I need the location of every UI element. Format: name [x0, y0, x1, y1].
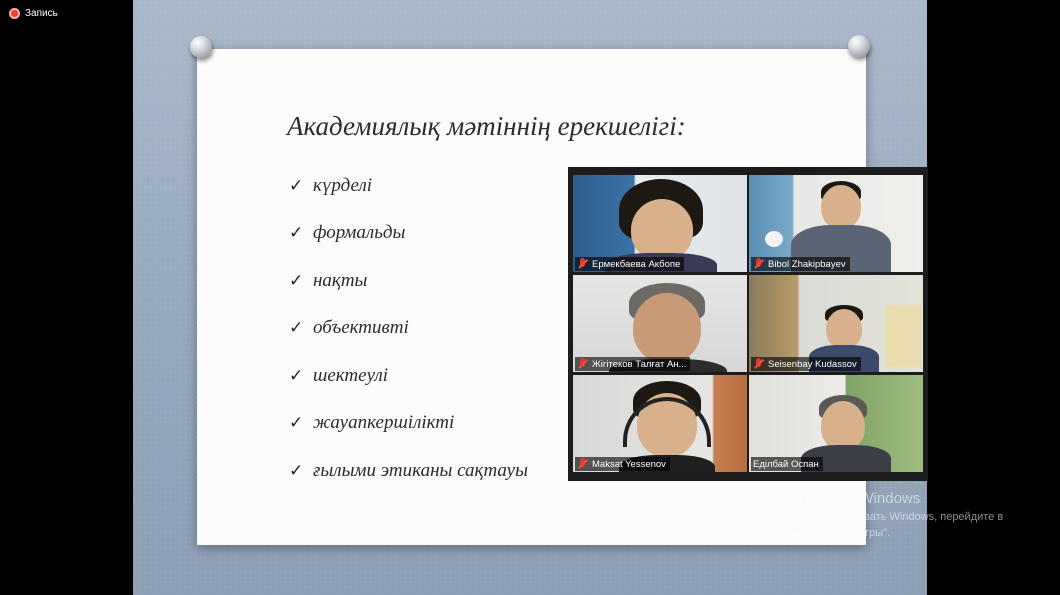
mic-muted-icon	[577, 358, 589, 370]
checkmark-icon: ✓	[289, 460, 304, 481]
list-item: ✓ шектеулі	[289, 364, 389, 386]
list-item: ✓ жауапкершілікті	[289, 412, 455, 434]
checkmark-icon: ✓	[289, 175, 304, 196]
list-item: ✓ ғылыми этиканы сақтауы	[289, 459, 528, 481]
list-item: ✓ формальды	[289, 222, 406, 244]
pushpin-icon	[848, 35, 870, 57]
slide-title: Академиялық мәтіннің ерекшелігі:	[287, 111, 686, 141]
recording-label: Запись	[25, 8, 58, 19]
list-item: ✓ нақты	[289, 269, 368, 291]
participant-video-tile[interactable]: Seisenbay Kudassov	[749, 275, 923, 372]
participant-video-tile[interactable]: Ермекбаева Акбопе	[573, 175, 747, 272]
checkmark-icon: ✓	[289, 270, 304, 291]
watermark-text: Чтобы активировать Windows, перейдите в …	[782, 511, 1004, 539]
list-item: ✓ күрделі	[289, 174, 373, 196]
participant-name-tag: Bibol Zhakipbayev	[751, 257, 850, 271]
record-icon	[9, 8, 20, 19]
participant-name-tag: Жігітеков Талғат Ан...	[575, 357, 691, 371]
participant-name-tag: Seisenbay Kudassov	[751, 357, 861, 371]
active-speaker-video-tile[interactable]: Еділбай Оспан	[749, 375, 923, 472]
pushpin-icon	[190, 36, 212, 58]
mic-muted-icon	[753, 358, 765, 370]
watermark-title: Активация Windows	[782, 490, 921, 507]
mic-muted-icon	[753, 258, 765, 270]
participant-name-tag: Maksat Yessenov	[575, 457, 670, 471]
checkmark-icon: ✓	[289, 365, 304, 386]
checkmark-icon: ✓	[289, 223, 304, 244]
checkmark-icon: ✓	[289, 413, 304, 434]
participant-video-tile[interactable]: Maksat Yessenov	[573, 375, 747, 472]
recording-indicator[interactable]: Запись	[9, 8, 58, 19]
bullet-list: ✓ күрделі ✓ формальды ✓ нақты ✓ объективті ✓…	[289, 162, 528, 495]
mic-muted-icon	[577, 258, 589, 270]
video-gallery[interactable]: Ермекбаева Акбопе Bibol Zhakipbayev Жігі…	[568, 167, 928, 481]
mic-muted-icon	[577, 458, 589, 470]
participant-name-tag: Еділбай Оспан	[751, 457, 823, 471]
checkmark-icon: ✓	[289, 318, 304, 339]
participant-video-tile[interactable]: Жігітеков Талғат Ан...	[573, 275, 747, 372]
participant-video-tile[interactable]: Bibol Zhakipbayev	[749, 175, 923, 272]
participant-name-tag: Ермекбаева Акбопе	[575, 257, 685, 271]
list-item: ✓ объективті	[289, 317, 409, 339]
windows-activation-watermark: Активация Windows Чтобы активировать Win…	[782, 490, 1032, 541]
